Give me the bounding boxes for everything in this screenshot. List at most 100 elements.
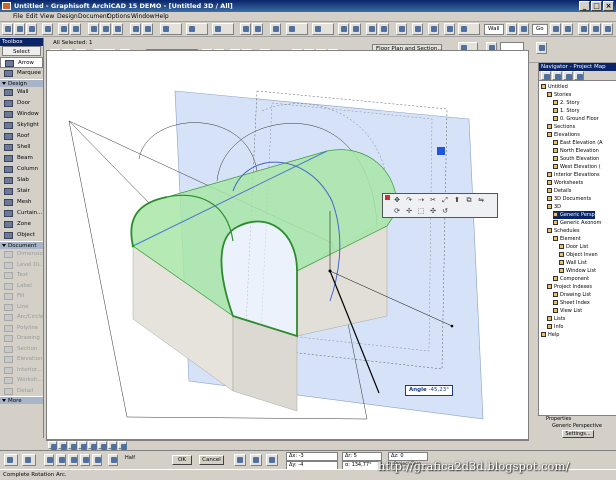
view-nav-7-icon[interactable]: [108, 441, 117, 450]
print-icon[interactable]: [42, 23, 53, 35]
3d-viewport[interactable]: [46, 50, 529, 440]
tool-shell[interactable]: Shell: [0, 142, 43, 153]
tool-curtain[interactable]: Curtain...: [0, 208, 43, 219]
fit-window-icon[interactable]: [458, 23, 480, 35]
tool-object[interactable]: Object: [0, 230, 43, 241]
tool-worksh[interactable]: Worksh...: [0, 375, 43, 386]
pet-mirror-icon[interactable]: ⇋: [477, 196, 485, 204]
elevation-icon[interactable]: [366, 23, 377, 35]
layout-icon[interactable]: [444, 23, 455, 35]
snap-2-icon[interactable]: [56, 454, 66, 466]
pet-offset-icon[interactable]: ⇢: [417, 196, 425, 204]
zoom-in-icon[interactable]: [506, 23, 517, 35]
view-map-tab-icon[interactable]: [552, 71, 562, 80]
project-map-item[interactable]: Window List: [559, 267, 596, 275]
relative-coords-icon[interactable]: [250, 454, 262, 466]
menu-file[interactable]: File: [13, 13, 23, 20]
rotation-center-point[interactable]: [328, 269, 332, 273]
maximize-button[interactable]: □: [591, 1, 602, 11]
guide-lines-icon[interactable]: [212, 23, 234, 35]
tool-door[interactable]: Door: [0, 98, 43, 109]
project-map-item[interactable]: Info: [547, 323, 563, 331]
render-icon[interactable]: [396, 23, 407, 35]
new-icon[interactable]: [2, 23, 13, 35]
pet-copy-icon[interactable]: ⧉: [465, 196, 473, 204]
next-view-icon[interactable]: [562, 23, 573, 35]
project-map-item[interactable]: North Elevation: [553, 147, 599, 155]
tool-slab[interactable]: Slab: [0, 175, 43, 186]
snap-4-icon[interactable]: [80, 454, 90, 466]
pet-split-icon[interactable]: ✂: [429, 196, 437, 204]
view-nav-2-icon[interactable]: [58, 441, 67, 450]
publisher-tab-icon[interactable]: [574, 71, 584, 80]
project-map-item[interactable]: Component: [553, 275, 589, 283]
dx-field[interactable]: Δx: -3: [286, 452, 338, 461]
pet-move-icon[interactable]: ✥: [393, 196, 401, 204]
view-nav-6-icon[interactable]: [98, 441, 107, 450]
tool-window[interactable]: Window: [0, 109, 43, 120]
tool-arc-circle[interactable]: Arc/Circle: [0, 312, 43, 323]
tool-stair[interactable]: Stair: [0, 186, 43, 197]
pen-weight-icon[interactable]: [536, 42, 547, 54]
copy-icon[interactable]: [100, 23, 111, 35]
tool-column[interactable]: Column: [0, 164, 43, 175]
tool-section[interactable]: Section: [0, 344, 43, 355]
project-map-item[interactable]: Sheet Index: [553, 299, 590, 307]
publish-icon[interactable]: [428, 23, 439, 35]
tool-dimension[interactable]: Dimension: [0, 249, 43, 260]
dr-field[interactable]: Δr: 5: [342, 452, 382, 461]
organizer-icon[interactable]: [590, 23, 601, 35]
pet-close-icon[interactable]: [385, 195, 390, 200]
cut-icon[interactable]: [88, 23, 99, 35]
minimize-button[interactable]: _: [579, 1, 590, 11]
project-map-item[interactable]: 1. Story: [553, 107, 580, 115]
tool-level-di[interactable]: Level Di...: [0, 260, 43, 271]
project-map-item[interactable]: Lists: [547, 315, 565, 323]
open-icon[interactable]: [14, 23, 25, 35]
pet-curve-icon[interactable]: ↷: [405, 196, 413, 204]
tool-roof[interactable]: Roof: [0, 131, 43, 142]
project-map-item[interactable]: Untitled: [541, 83, 568, 91]
view-nav-4-icon[interactable]: [78, 441, 87, 450]
undo-icon[interactable]: [58, 23, 69, 35]
project-map-item[interactable]: Generic Axonom: [553, 219, 601, 227]
info-box-icon[interactable]: [602, 23, 613, 35]
rotation-ref-point[interactable]: [450, 324, 454, 328]
document-group-header[interactable]: Document: [0, 241, 43, 249]
explore-icon[interactable]: [350, 23, 361, 35]
gravity-icon[interactable]: [240, 23, 251, 35]
project-map-item[interactable]: Help: [541, 331, 559, 339]
check-icon[interactable]: [4, 454, 18, 466]
blue-marker[interactable]: [437, 147, 445, 155]
grid-snap-icon[interactable]: [186, 23, 208, 35]
pet-stretch-icon[interactable]: ⤢: [441, 196, 449, 204]
magic-wand-icon[interactable]: [270, 23, 281, 35]
paste-icon[interactable]: [112, 23, 123, 35]
view-3d-icon[interactable]: [312, 23, 334, 35]
tool-interior[interactable]: Interior...: [0, 365, 43, 376]
project-map-item[interactable]: View List: [553, 307, 582, 315]
tool-marquee[interactable]: Marquee: [0, 68, 43, 79]
tool-detail[interactable]: Detail: [0, 386, 43, 397]
project-map-item[interactable]: Schedules: [547, 227, 580, 235]
pen-icon[interactable]: [142, 23, 153, 35]
menu-edit[interactable]: Edit: [26, 13, 38, 20]
view-nav-5-icon[interactable]: [88, 441, 97, 450]
project-map-item[interactable]: Sections: [547, 123, 575, 131]
menu-view[interactable]: View: [40, 13, 54, 20]
prev-view-icon[interactable]: [550, 23, 561, 35]
tool-fill[interactable]: Fill: [0, 291, 43, 302]
project-map-item[interactable]: Element: [553, 235, 581, 243]
tool-label[interactable]: Label: [0, 281, 43, 292]
project-map-item[interactable]: Stories: [547, 91, 571, 99]
suspend-groups-icon[interactable]: [252, 23, 263, 35]
project-map-item[interactable]: Elevations: [547, 131, 580, 139]
pet-rotate-copy-icon[interactable]: ↺: [441, 207, 449, 215]
project-map-tab-icon[interactable]: [541, 71, 551, 80]
menu-design[interactable]: Design: [57, 13, 78, 20]
layers-icon[interactable]: [130, 23, 141, 35]
tool-elevation[interactable]: Elevation: [0, 354, 43, 365]
layout-book-tab-icon[interactable]: [563, 71, 573, 80]
pointer-mode-icon[interactable]: [160, 23, 182, 35]
save-icon[interactable]: [26, 23, 37, 35]
